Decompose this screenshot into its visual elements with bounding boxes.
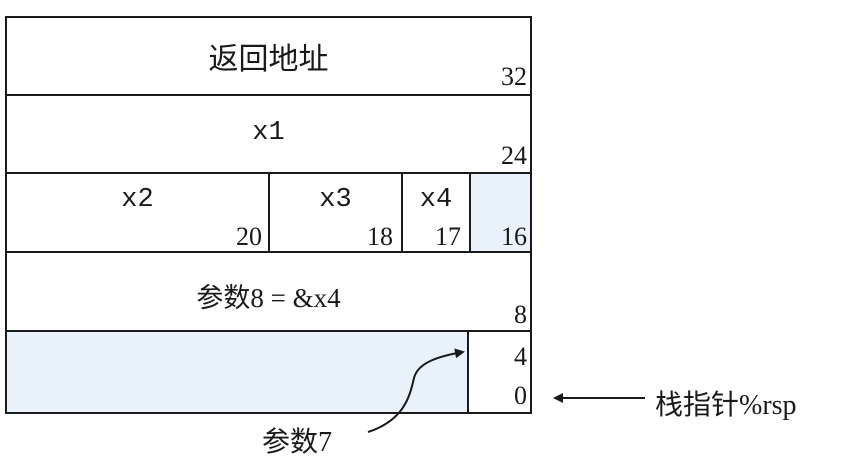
arg7-annotation: 参数7 [262, 427, 333, 458]
arg7-arrow [367, 348, 465, 433]
stack-pointer-annotation: 栈指针%rsp [655, 390, 797, 421]
